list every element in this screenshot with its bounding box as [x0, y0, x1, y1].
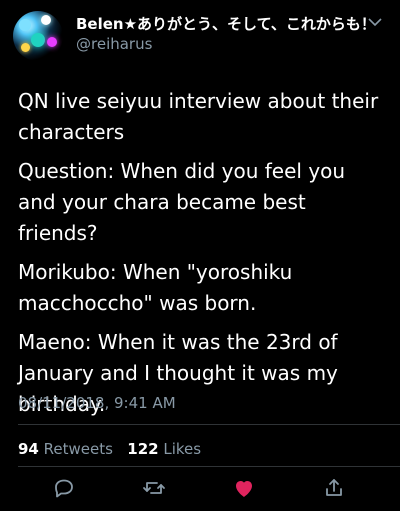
avatar[interactable] [13, 11, 63, 61]
tweet-timestamp[interactable]: 08/11/2018, 9:41 AM [18, 394, 176, 412]
likes-count: 122 [127, 440, 159, 458]
tweet-paragraph: Morikubo: When "yoroshiku macchoccho" wa… [18, 260, 293, 315]
author-handle[interactable]: @reiharus [76, 35, 152, 53]
tweet-paragraph: QN live seiyuu interview about their cha… [18, 89, 379, 144]
tweet-paragraph: Question: When did you feel you and your… [18, 159, 346, 245]
retweets-label: Retweets [43, 440, 113, 458]
likes-stat[interactable]: 122 Likes [127, 440, 201, 458]
tweet-header: Belen★ありがとう、そして、これからも！ @reiharus [0, 0, 400, 70]
tweet-actions [0, 476, 400, 506]
tweet-text: QN live seiyuu interview about their cha… [18, 86, 388, 428]
divider [18, 424, 400, 425]
chevron-down-icon[interactable] [368, 17, 382, 27]
author-name[interactable]: Belen★ありがとう、そして、これからも！ [76, 13, 376, 34]
heart-icon[interactable] [232, 476, 256, 500]
share-icon[interactable] [322, 476, 346, 500]
retweets-count: 94 [18, 440, 39, 458]
likes-label: Likes [163, 440, 202, 458]
reply-icon[interactable] [52, 476, 76, 500]
retweets-stat[interactable]: 94 Retweets [18, 440, 118, 458]
divider [18, 466, 400, 467]
engagement-stats: 94 Retweets 122 Likes [18, 440, 201, 458]
retweet-icon[interactable] [142, 476, 166, 500]
